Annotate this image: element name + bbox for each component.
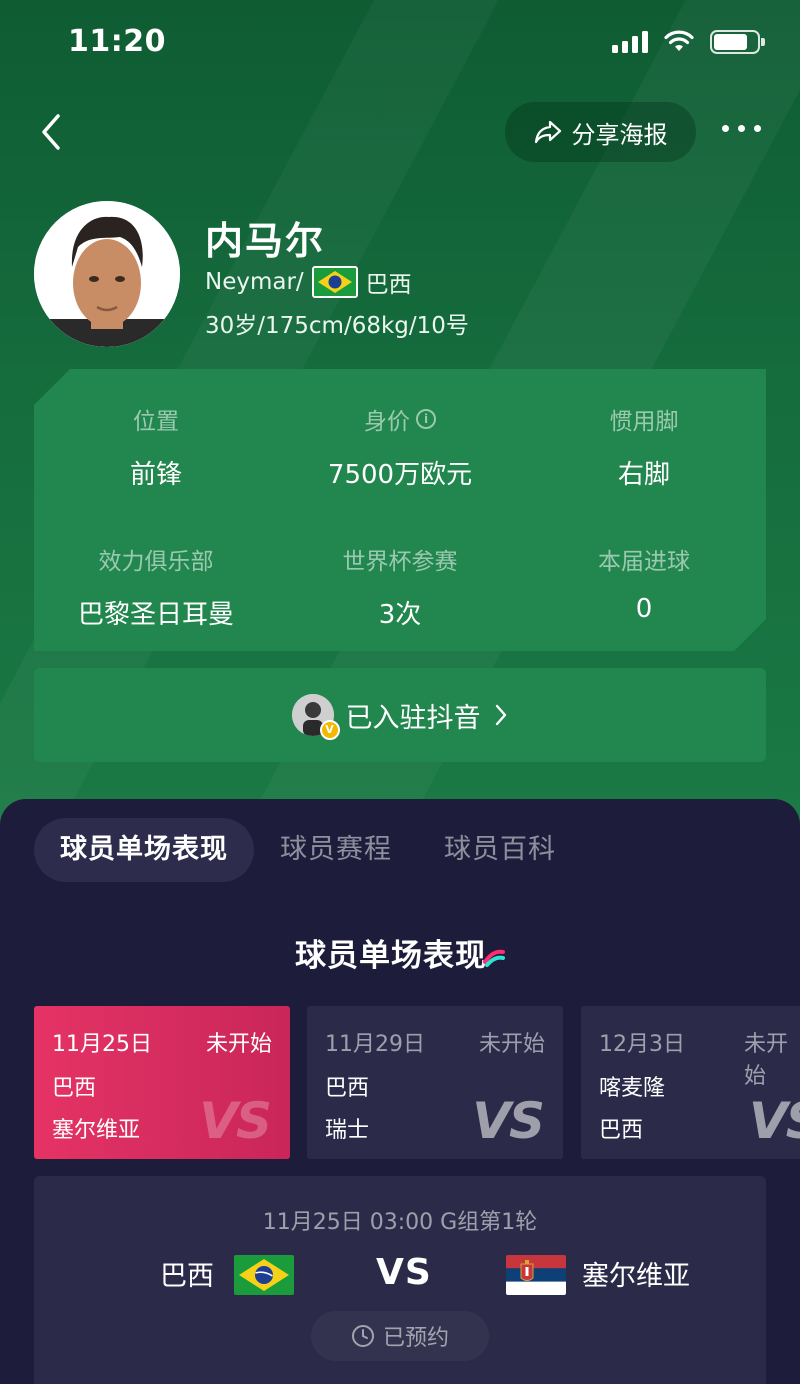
player-country: 巴西 (365, 272, 412, 298)
douyin-label: 已入驻抖音 (345, 702, 481, 734)
home-team-name: 巴西 (160, 1261, 214, 1292)
info-label: 位置 (133, 409, 179, 435)
match-status: 未开始 (744, 1032, 789, 1089)
tab-player-schedule[interactable]: 球员赛程 (254, 818, 418, 882)
player-name: 内马尔 (205, 219, 326, 263)
section-title: 球员单场表现 (0, 930, 800, 975)
wifi-icon (664, 30, 694, 51)
match-team-2: 塞尔维亚 (52, 1118, 141, 1143)
match-vs: VS (749, 1092, 800, 1150)
reserved-button[interactable]: 已预约 (311, 1311, 489, 1361)
cellular-signal-icon (612, 31, 648, 53)
info-value: 0 (635, 594, 653, 624)
reserved-label: 已预约 (382, 1326, 449, 1351)
match-detail-card: 11月25日 03:00 G组第1轮 巴西 VS 塞尔维亚 已预约 (34, 1176, 766, 1384)
info-value: 巴黎圣日耳曼 (77, 600, 234, 630)
info-preferred-foot: 惯用脚 右脚 (522, 402, 766, 491)
info-value: 3次 (378, 600, 422, 630)
player-info-card: 位置 前锋 身价 i 7500万欧元 惯用脚 右脚 效力俱乐部 巴黎圣日耳曼 世… (34, 369, 766, 651)
brazil-flag-icon (234, 1255, 294, 1295)
info-label: 惯用脚 (609, 409, 679, 435)
player-english-name: Neymar/ (205, 269, 304, 295)
serbia-flag-icon (506, 1255, 566, 1295)
info-label: 效力俱乐部 (98, 549, 214, 575)
match-card[interactable]: 12月3日 未开始 喀麦隆 巴西 VS (581, 1006, 800, 1159)
clock-icon (351, 1325, 374, 1347)
info-label: 身价 (364, 409, 410, 435)
info-world-cup-appearances: 世界杯参赛 3次 (278, 542, 522, 631)
match-card[interactable]: 11月29日 未开始 巴西 瑞士 VS (307, 1006, 563, 1159)
match-card[interactable]: 11月25日 未开始 巴西 塞尔维亚 VS (34, 1006, 290, 1159)
info-label: 世界杯参赛 (342, 549, 458, 575)
away-team-name: 塞尔维亚 (582, 1261, 690, 1292)
brand-mark-icon (483, 949, 505, 967)
verified-badge-icon: V (319, 720, 340, 740)
match-team-1: 巴西 (325, 1076, 370, 1101)
info-icon[interactable]: i (416, 409, 436, 429)
match-date: 11月29日 (325, 1032, 425, 1057)
match-status: 未开始 (205, 1032, 272, 1057)
battery-icon (710, 30, 765, 54)
player-avatar (34, 201, 180, 347)
info-value: 前锋 (129, 460, 182, 490)
match-team-1: 喀麦隆 (599, 1076, 666, 1101)
match-team-2: 巴西 (599, 1118, 644, 1143)
douyin-avatar: V (291, 694, 340, 740)
share-icon (534, 120, 561, 144)
chevron-right-icon (495, 704, 506, 726)
tab-bar: 球员单场表现 球员赛程 球员百科 (34, 818, 582, 882)
match-vs: VS (376, 1252, 432, 1293)
share-poster-button[interactable]: 分享海报 (505, 102, 696, 162)
match-status: 未开始 (478, 1032, 545, 1057)
player-details: 30岁/175cm/68kg/10号 (205, 313, 469, 339)
section-title-text: 球员单场表现 (295, 938, 487, 974)
status-time: 11:20 (68, 24, 166, 59)
info-club: 效力俱乐部 巴黎圣日耳曼 (34, 542, 278, 631)
match-team-2: 瑞士 (325, 1118, 370, 1143)
info-position: 位置 前锋 (34, 402, 278, 491)
info-value: 右脚 (617, 460, 670, 490)
info-value: 7500万欧元 (327, 460, 473, 490)
tab-single-match-performance[interactable]: 球员单场表现 (34, 818, 254, 882)
match-vs: VS (472, 1092, 545, 1150)
more-options-icon[interactable] (722, 116, 766, 140)
back-icon[interactable] (34, 108, 70, 156)
status-icons (612, 30, 765, 54)
match-meta: 11月25日 03:00 G组第1轮 (262, 1210, 538, 1235)
brazil-flag-icon (311, 266, 358, 298)
share-poster-label: 分享海报 (571, 120, 668, 149)
match-team-1: 巴西 (52, 1076, 97, 1101)
info-goals: 本届进球 0 (522, 542, 766, 624)
player-nationality: Neymar/ 巴西 (205, 265, 412, 299)
info-label: 本届进球 (598, 549, 690, 575)
match-date: 11月25日 (52, 1032, 152, 1057)
match-date: 12月3日 (599, 1032, 685, 1057)
douyin-account-button[interactable]: V 已入驻抖音 (34, 668, 766, 762)
match-vs: VS (199, 1092, 272, 1150)
info-market-value: 身价 i 7500万欧元 (278, 402, 522, 491)
tab-player-wiki[interactable]: 球员百科 (418, 818, 582, 882)
